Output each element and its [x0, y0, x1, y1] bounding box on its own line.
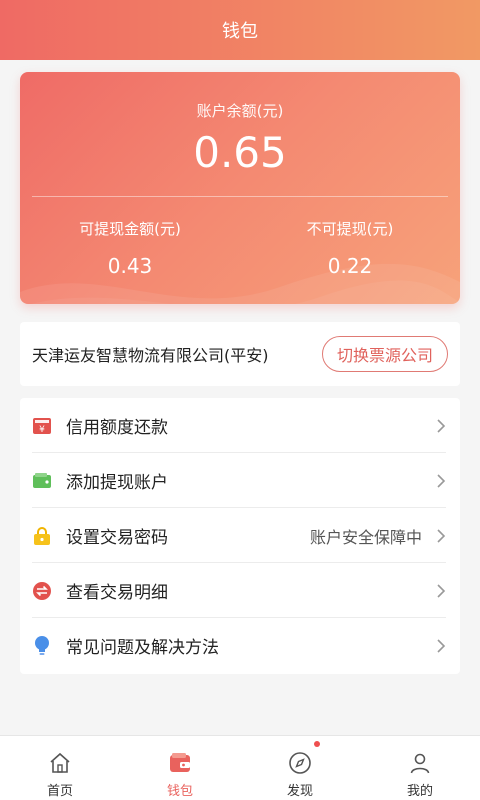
menu-item-add-withdraw-account[interactable]: 添加提现账户 [20, 453, 460, 508]
card-divider [32, 196, 448, 197]
tab-label-wallet: 钱包 [166, 784, 193, 799]
company-name: 天津运友智慧物流有限公司(平安) [32, 346, 269, 365]
bottom-tab-bar: 首页 钱包 发现 我的 [0, 735, 480, 800]
tab-label-discover: 发现 [286, 784, 313, 799]
notification-dot [314, 741, 320, 747]
withdrawable-amount: 0.43 [107, 254, 153, 278]
compass-icon [287, 750, 313, 776]
menu-item-credit-repay[interactable]: ¥ 信用额度还款 [20, 398, 460, 453]
menu-item-transaction-details[interactable]: 查看交易明细 [20, 563, 460, 618]
tab-discover[interactable]: 发现 [240, 736, 360, 800]
svg-text:¥: ¥ [39, 425, 45, 435]
balance-label: 账户余额(元) [196, 102, 284, 120]
menu-item-set-trade-password[interactable]: 设置交易密码 账户安全保障中 [20, 508, 460, 563]
menu-label-credit-repay: 信用额度还款 [66, 418, 168, 438]
top-bar: 钱包 [0, 0, 480, 60]
menu-label-add-withdraw-account: 添加提现账户 [66, 473, 168, 493]
wallet-menu: ¥ 信用额度还款 添加提现账户 设置交易密码 账户安全保障中 查看交易明细 常见… [20, 398, 460, 674]
tab-label-profile: 我的 [406, 784, 433, 799]
tab-label-home: 首页 [46, 784, 73, 799]
chevron-right-icon [437, 418, 446, 433]
non-withdrawable-label: 不可提现(元) [306, 220, 394, 238]
menu-item-faq[interactable]: 常见问题及解决方法 [20, 618, 460, 673]
menu-label-transaction-details: 查看交易明细 [66, 583, 168, 603]
profile-icon [407, 750, 433, 776]
chevron-right-icon [437, 473, 446, 488]
tab-wallet[interactable]: 钱包 [120, 736, 240, 800]
non-withdrawable-amount: 0.22 [327, 254, 373, 278]
exchange-icon [32, 581, 52, 601]
chevron-right-icon [437, 528, 446, 543]
chevron-right-icon [437, 638, 446, 653]
lightbulb-icon [32, 635, 52, 656]
page-title: 钱包 [222, 21, 258, 42]
wallet-tab-icon [167, 750, 193, 776]
menu-label-set-trade-password: 设置交易密码 [66, 528, 168, 548]
lock-icon [32, 526, 52, 546]
credit-repay-icon: ¥ [32, 416, 52, 436]
chevron-right-icon [437, 583, 446, 598]
wallet-icon [32, 471, 52, 491]
balance-amount: 0.65 [193, 128, 287, 177]
tab-home[interactable]: 首页 [0, 736, 120, 800]
account-security-status: 账户安全保障中 [309, 527, 422, 547]
balance-card: 账户余额(元) 0.65 可提现金额(元) 不可提现(元) 0.43 0.22 [20, 72, 460, 304]
home-icon [47, 750, 73, 776]
company-row: 天津运友智慧物流有限公司(平安) 切换票源公司 [20, 322, 460, 386]
tab-profile[interactable]: 我的 [360, 736, 480, 800]
switch-company-button[interactable]: 切换票源公司 [321, 336, 448, 372]
menu-label-faq: 常见问题及解决方法 [66, 638, 219, 658]
withdrawable-label: 可提现金额(元) [79, 220, 181, 238]
